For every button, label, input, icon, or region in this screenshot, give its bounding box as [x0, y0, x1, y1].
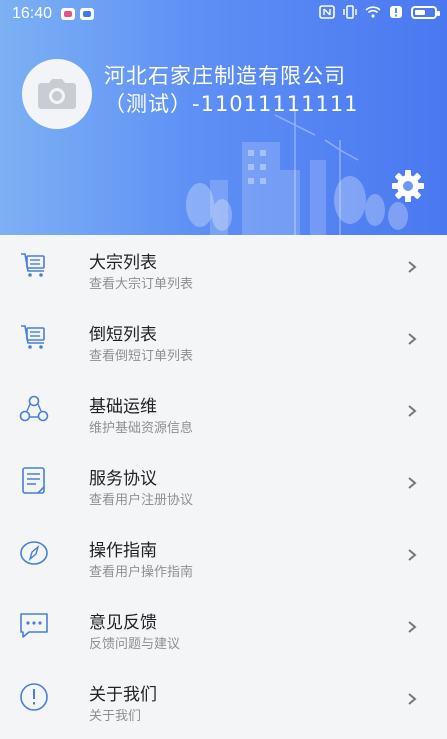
chat-icon [20, 613, 48, 638]
chevron-right-icon [408, 477, 417, 489]
menu-item-subtitle: 查看用户注册协议 [89, 493, 194, 508]
chevron-right-icon [408, 261, 417, 273]
profile-header: 16:40 河北石家庄制造有限公司 （测试）-11011111111 [0, 0, 447, 235]
chevron-right-icon [408, 693, 417, 705]
chevron-right-icon [408, 621, 417, 633]
menu-item-service-agreement[interactable]: 服务协议 查看用户注册协议 [0, 451, 447, 523]
company-account-line: （测试）-11011111111 [104, 92, 359, 116]
menu-item-feedback[interactable]: 意见反馈 反馈问题与建议 [0, 595, 447, 667]
menu-item-title: 基础运维 [89, 397, 157, 417]
nodes-icon [19, 395, 49, 422]
menu-item-subtitle: 查看大宗订单列表 [89, 277, 194, 292]
notification-app-icon [80, 8, 94, 20]
menu-item-title: 大宗列表 [89, 253, 157, 273]
menu-item-subtitle: 反馈问题与建议 [89, 637, 181, 652]
menu-item-short-list[interactable]: 倒短列表 查看倒短订单列表 [0, 307, 447, 379]
menu-item-title: 操作指南 [89, 541, 157, 561]
compass-icon [20, 541, 48, 565]
camera-icon [38, 79, 76, 109]
menu-item-bulk-list[interactable]: 大宗列表 查看大宗订单列表 [0, 235, 447, 307]
menu-item-basic-ops[interactable]: 基础运维 维护基础资源信息 [0, 379, 447, 451]
menu-item-title: 服务协议 [89, 469, 157, 489]
battery-icon [411, 5, 440, 19]
menu-item-operation-guide[interactable]: 操作指南 查看用户操作指南 [0, 523, 447, 595]
cart-icon [21, 325, 45, 349]
status-bar: 16:40 [0, 0, 447, 28]
chevron-right-icon [408, 405, 417, 417]
menu-list: 大宗列表 查看大宗订单列表 倒短列表 查看倒短订单列表 基础运维 维护基础资源信… [0, 235, 447, 739]
chevron-right-icon [408, 333, 417, 345]
vibrate-icon [343, 5, 357, 19]
document-icon [22, 467, 45, 494]
status-indicators [319, 5, 440, 19]
avatar[interactable] [22, 59, 92, 129]
status-time: 16:40 [12, 5, 53, 22]
alert-icon [390, 6, 402, 18]
menu-item-title: 意见反馈 [89, 613, 157, 633]
menu-item-subtitle: 关于我们 [89, 709, 142, 724]
cart-icon [21, 253, 45, 277]
menu-item-subtitle: 查看倒短订单列表 [89, 349, 194, 364]
menu-item-title: 关于我们 [89, 685, 157, 705]
menu-item-about-us[interactable]: 关于我们 关于我们 [0, 667, 447, 739]
menu-item-title: 倒短列表 [89, 325, 157, 345]
menu-item-subtitle: 维护基础资源信息 [89, 421, 194, 436]
nfc-icon [319, 5, 335, 19]
wifi-icon [365, 6, 381, 18]
info-icon [20, 683, 48, 711]
company-name: 河北石家庄制造有限公司 （测试）-11011111111 [104, 62, 359, 118]
notification-app-icon [61, 8, 75, 20]
settings-gear-icon[interactable] [390, 168, 426, 204]
chevron-right-icon [408, 549, 417, 561]
company-name-line: 河北石家庄制造有限公司 [104, 64, 346, 88]
menu-item-subtitle: 查看用户操作指南 [89, 565, 194, 580]
